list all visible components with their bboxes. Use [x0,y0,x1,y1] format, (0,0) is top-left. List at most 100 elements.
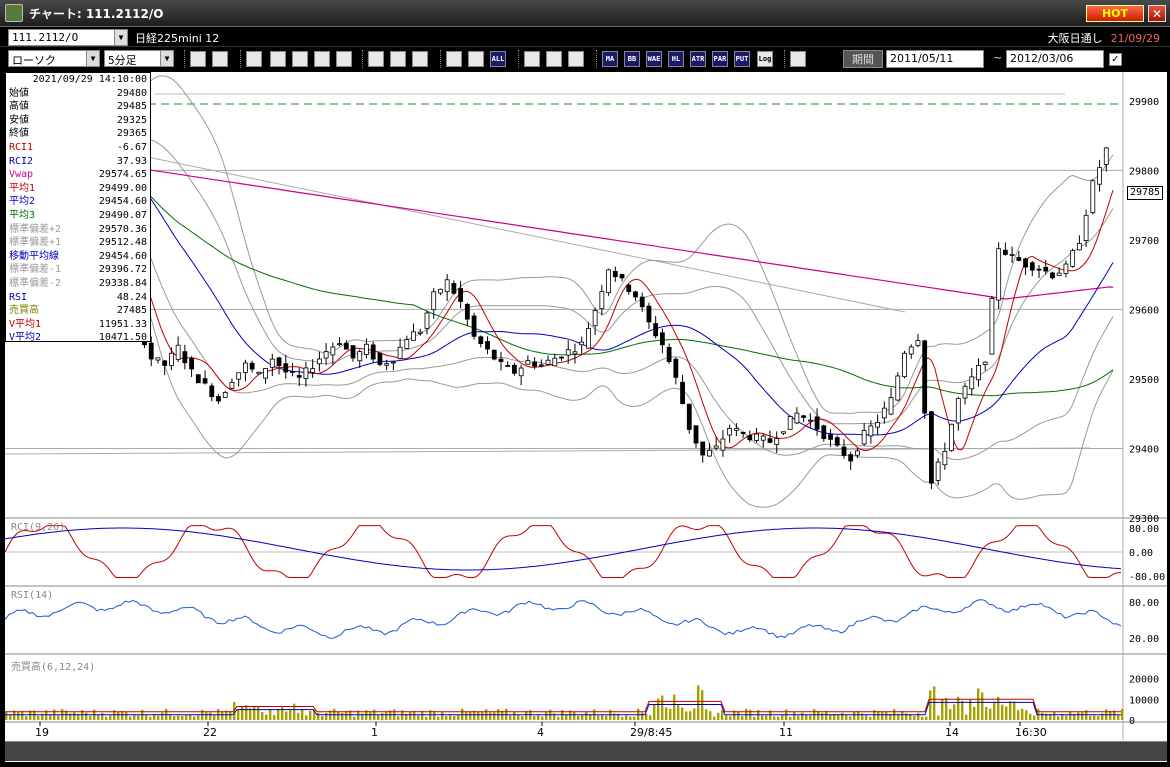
candle-body [343,342,349,350]
volume-bar [181,715,184,720]
candle-body [525,360,531,365]
chart-canvas[interactable]: 2990029800297002960029500294002930080.00… [5,72,1167,762]
candle-body [263,368,268,379]
current-price-tag: 29785 [1127,186,1163,200]
from-date-input[interactable]: 2011/05/11 [886,50,984,68]
candle-body [828,434,833,440]
candle-body [579,341,585,346]
info-label: 売買高 [9,305,39,317]
bb-button[interactable]: BB [624,51,640,67]
candle-body [902,352,907,378]
candle-body [673,358,679,378]
toolbar-separator [184,50,186,68]
candle-body [720,438,726,451]
volume-bar [109,715,112,720]
volume-bar [241,706,244,720]
arrow-button[interactable] [412,51,428,67]
put-button[interactable]: PUT [734,51,750,67]
volume-bar [581,714,584,720]
candle-body [330,346,336,356]
candle-body [693,425,699,444]
horizontal-line-button[interactable] [292,51,308,67]
info-row: 始値 29480 [6,87,150,101]
candle-body [195,374,201,384]
color-button[interactable] [568,51,584,67]
volume-tick-label: 20000 [1129,675,1159,686]
volume-bar [385,711,388,720]
rci-tick-label: -80.00 [1129,572,1165,583]
atr-button[interactable]: ATR [690,51,706,67]
volume-bar [649,715,652,720]
fibonacci-button[interactable] [270,51,286,67]
apply-checkbox[interactable]: ✓ [1109,53,1122,66]
candle-remove-button[interactable] [468,51,484,67]
candle-body [256,371,262,375]
chart-type-select[interactable]: ローソク ▼ [8,50,100,67]
volume-bar [605,715,608,720]
wae-button[interactable]: WAE [646,51,662,67]
interval-select[interactable]: 5分足 ▼ [104,50,174,67]
settings-button[interactable] [524,51,540,67]
zoom-button[interactable] [190,51,206,67]
trend-line-button[interactable] [246,51,262,67]
title-bar: チャート: 111.2112/O HOT ✕ [0,0,1170,27]
vertical-line-button[interactable] [314,51,330,67]
price-tick-label: 29400 [1129,444,1159,455]
volume-bar [793,712,796,720]
crosshair-button[interactable] [212,51,228,67]
info-row: Vwap 29574.65 [6,168,150,182]
candle-add-button[interactable] [446,51,462,67]
candle-body [1090,180,1096,214]
info-value: 29512.48 [98,237,147,249]
candle-body [686,403,692,430]
time-scrollbar[interactable] [5,741,1167,761]
market-info: 大阪日通し 21/09/29 [1048,30,1160,46]
info-row: 売買高 27485 [6,304,150,318]
par-button[interactable]: PAR [712,51,728,67]
volume-bar [857,710,860,720]
volume-bar [249,708,252,720]
interval-value: 5分足 [108,54,137,67]
candle-body [202,378,208,384]
all-button[interactable]: ALL [490,51,506,67]
symbol-combo[interactable]: 111.2112/O ▼ [8,29,128,46]
x-tick-label: 4 [537,726,544,739]
text-button[interactable] [336,51,352,67]
draw-pen-button[interactable] [368,51,384,67]
chevron-down-icon[interactable]: ▼ [160,51,173,66]
candle-body [189,358,194,370]
candle-body [586,327,591,349]
info-value: 37.93 [116,155,147,167]
volume-bar [773,716,776,720]
bollinger-band-plus2 [9,75,1114,414]
candle-body [397,346,403,359]
volume-bar [545,711,548,720]
candle-body [505,365,511,367]
volume-bar [697,685,700,720]
candle-body [592,310,598,327]
candle-body [881,407,887,419]
volume-bar [781,715,784,720]
period-button[interactable]: 期間 [843,50,883,68]
rsi-tick-label: 20.00 [1129,634,1159,645]
log-button[interactable]: Log [757,51,773,67]
close-button[interactable]: ✕ [1148,5,1166,22]
volume-bar [57,715,60,720]
chevron-down-icon[interactable]: ▼ [86,51,99,66]
brush-button[interactable] [546,51,562,67]
chevron-down-icon[interactable]: ▼ [114,30,127,45]
chart-area[interactable]: 29900 29800 29700 29600 29500 29400 29300 80.00… [5,72,1167,762]
config-button[interactable] [790,51,806,67]
volume-tick-label: 0 [1129,716,1135,727]
volume-bar [977,688,980,720]
hot-button[interactable]: HOT [1086,5,1144,22]
to-date-input[interactable]: 2012/03/06 [1006,50,1104,68]
volume-bar [137,715,140,720]
rci-panel-label: RCI(9,26) [11,522,66,533]
ma-button[interactable]: MA [602,51,618,67]
volume-bar [705,709,708,720]
candle-body [606,269,611,294]
select-button[interactable] [390,51,406,67]
hl-button[interactable]: HL [668,51,684,67]
volume-bar [885,711,888,720]
